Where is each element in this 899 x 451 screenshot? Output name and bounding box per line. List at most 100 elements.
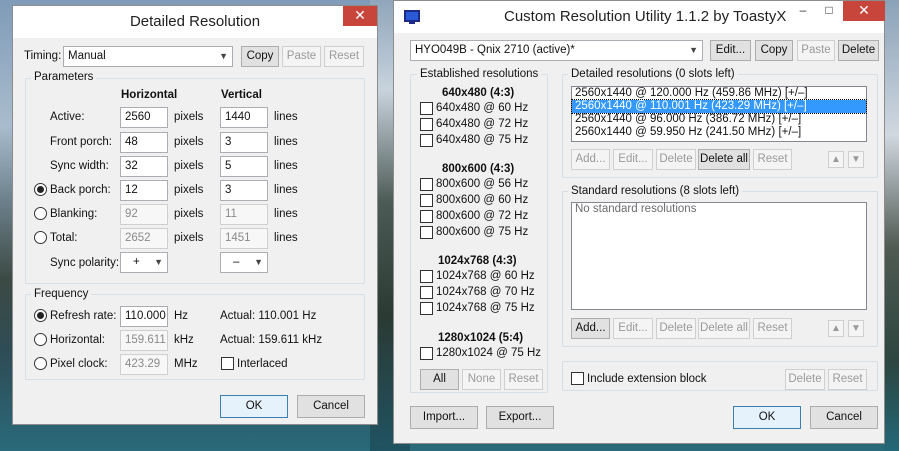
active-h-field[interactable]: 2560 [120, 107, 168, 128]
checkbox[interactable] [420, 286, 433, 299]
delete-standard-button[interactable]: Delete [656, 318, 696, 339]
list-item[interactable]: 2560x1440 @ 120.000 Hz (459.86 MHz) [+/–… [572, 87, 866, 100]
horizontal-freq-radio[interactable] [34, 333, 47, 346]
delete-button[interactable]: Delete [838, 40, 879, 61]
back-porch-v-unit: lines [274, 184, 298, 196]
export-button[interactable]: Export... [486, 406, 554, 429]
item-label: 800x600 @ 72 Hz [436, 210, 529, 222]
sync-width-h-unit: pixels [174, 160, 204, 172]
reset-standard-button[interactable]: Reset [753, 318, 792, 339]
back-porch-h-field[interactable]: 12 [120, 180, 168, 201]
sync-polarity-h-value: + [133, 256, 140, 268]
checkbox[interactable] [420, 347, 433, 360]
sync-polarity-h-select[interactable]: + ▼ [120, 252, 168, 273]
total-h-field[interactable]: 2652 [120, 228, 168, 249]
item-label: 640x480 @ 72 Hz [436, 118, 529, 130]
ok-button[interactable]: OK [220, 395, 288, 418]
close-button[interactable]: ✕ [343, 6, 377, 26]
sync-width-h-field[interactable]: 32 [120, 156, 168, 177]
close-button[interactable]: ✕ [843, 1, 885, 21]
ext-reset-button[interactable]: Reset [828, 369, 867, 390]
move-down-icon[interactable]: ▼ [848, 320, 864, 337]
window-title: Detailed Resolution [129, 13, 261, 30]
standard-resolutions-list[interactable]: No standard resolutions [571, 202, 867, 310]
reset-detailed-button[interactable]: Reset [753, 149, 792, 170]
detailed-resolutions-list[interactable]: 2560x1440 @ 120.000 Hz (459.86 MHz) [+/–… [571, 86, 867, 142]
sync-polarity-v-select[interactable]: – ▼ [220, 252, 268, 273]
checkbox[interactable] [420, 210, 433, 223]
move-up-icon[interactable]: ▲ [828, 320, 844, 337]
timing-select[interactable]: Manual ▼ [63, 46, 233, 67]
minimize-button[interactable]: – [790, 1, 816, 21]
checkbox[interactable] [420, 118, 433, 131]
reset-button[interactable]: Reset [324, 46, 364, 67]
move-up-icon[interactable]: ▲ [828, 151, 844, 168]
established-group-title: 1024x768 (4:3) [438, 255, 517, 267]
item-label: 1024x768 @ 70 Hz [436, 286, 535, 298]
move-down-icon[interactable]: ▼ [848, 151, 864, 168]
blanking-v-field[interactable]: 11 [220, 204, 268, 225]
paste-button[interactable]: Paste [797, 40, 835, 61]
checkbox[interactable] [420, 226, 433, 239]
add-standard-button[interactable]: Add... [571, 318, 610, 339]
pixel-clock-radio[interactable] [34, 357, 47, 370]
blanking-h-field[interactable]: 92 [120, 204, 168, 225]
checkbox[interactable] [420, 178, 433, 191]
vertical-header: Vertical [221, 89, 262, 101]
edit-button[interactable]: Edit... [710, 40, 751, 61]
item-label: 1280x1024 @ 75 Hz [436, 347, 542, 359]
monitor-select[interactable]: HYO049B - Qnix 2710 (active)* ▼ [410, 40, 703, 61]
active-v-field[interactable]: 1440 [220, 107, 268, 128]
import-button[interactable]: Import... [410, 406, 478, 429]
checkbox[interactable] [420, 134, 433, 147]
maximize-button[interactable]: □ [816, 1, 842, 21]
front-porch-v-field[interactable]: 3 [220, 132, 268, 153]
chevron-down-icon: ▼ [254, 257, 263, 267]
window-title: Custom Resolution Utility 1.1.2 by Toast… [504, 8, 787, 25]
front-porch-h-field[interactable]: 48 [120, 132, 168, 153]
all-button[interactable]: All [420, 369, 459, 390]
checkbox[interactable] [420, 302, 433, 315]
cancel-button[interactable]: Cancel [810, 406, 878, 429]
active-label: Active: [50, 111, 85, 123]
ok-button[interactable]: OK [733, 406, 801, 429]
copy-button[interactable]: Copy [755, 40, 793, 61]
titlebar[interactable]: Detailed Resolution ✕ [13, 6, 377, 38]
interlaced-label: Interlaced [237, 358, 288, 370]
checkbox[interactable] [420, 194, 433, 207]
blanking-v-unit: lines [274, 208, 298, 220]
checkbox[interactable] [420, 270, 433, 283]
delete-detailed-button[interactable]: Delete [656, 149, 696, 170]
delete-all-standard-button[interactable]: Delete all [698, 318, 750, 339]
refresh-rate-radio[interactable] [34, 309, 47, 322]
pixel-clock-field[interactable]: 423.29 [120, 354, 168, 375]
list-item[interactable]: 2560x1440 @ 59.950 Hz (241.50 MHz) [+/–] [572, 126, 866, 139]
back-porch-v-field[interactable]: 3 [220, 180, 268, 201]
list-item-selected[interactable]: 2560x1440 @ 110.001 Hz (423.29 MHz) [+/–… [571, 99, 867, 114]
interlaced-checkbox[interactable] [221, 357, 234, 370]
checkbox[interactable] [420, 102, 433, 115]
ext-delete-button[interactable]: Delete [785, 369, 825, 390]
reset-button[interactable]: Reset [504, 369, 543, 390]
refresh-rate-actual: Actual: 110.001 Hz [220, 310, 317, 322]
include-extension-checkbox[interactable] [571, 372, 584, 385]
paste-button[interactable]: Paste [282, 46, 321, 67]
sync-width-v-field[interactable]: 5 [220, 156, 268, 177]
total-v-field[interactable]: 1451 [220, 228, 268, 249]
delete-all-detailed-button[interactable]: Delete all [698, 149, 750, 170]
horizontal-freq-field[interactable]: 159.611 [120, 330, 168, 351]
blanking-radio[interactable] [34, 207, 47, 220]
active-v-unit: lines [274, 111, 298, 123]
cancel-button[interactable]: Cancel [297, 395, 365, 418]
edit-detailed-button[interactable]: Edit... [613, 149, 653, 170]
list-item[interactable]: 2560x1440 @ 96.000 Hz (386.72 MHz) [+/–] [572, 113, 866, 126]
back-porch-radio[interactable] [34, 183, 47, 196]
titlebar[interactable]: Custom Resolution Utility 1.1.2 by Toast… [394, 1, 885, 33]
front-porch-label: Front porch: [50, 136, 112, 148]
copy-button[interactable]: Copy [241, 46, 279, 67]
add-detailed-button[interactable]: Add... [571, 149, 610, 170]
total-radio[interactable] [34, 231, 47, 244]
edit-standard-button[interactable]: Edit... [613, 318, 653, 339]
none-button[interactable]: None [462, 369, 501, 390]
refresh-rate-field[interactable]: 110.000 [120, 306, 168, 327]
